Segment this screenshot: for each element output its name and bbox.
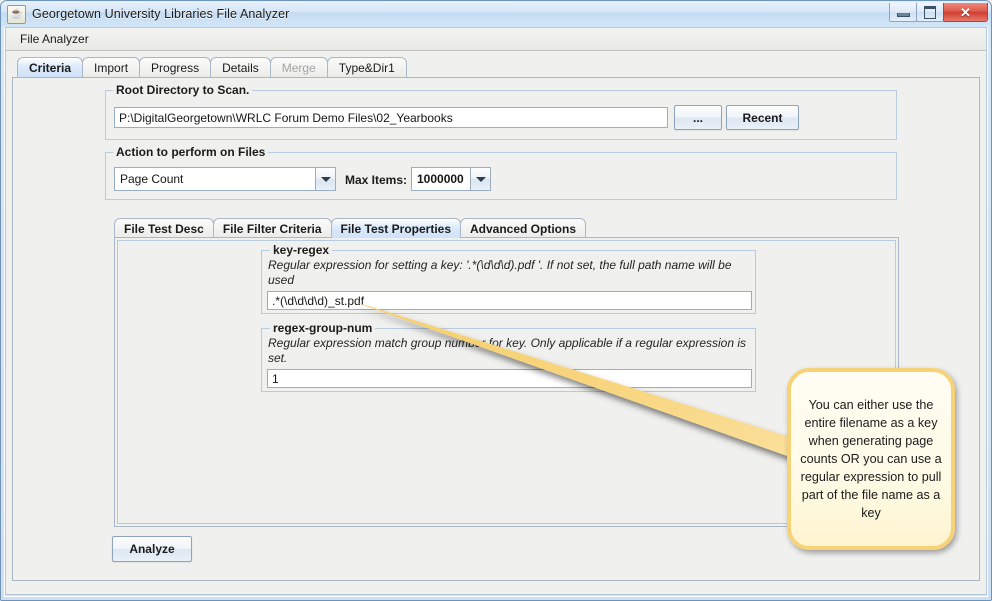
title-bar[interactable]: ☕ Georgetown University Libraries File A… <box>1 1 991 27</box>
property-group-regex-group-num: regex-group-num Regular expression match… <box>261 321 756 392</box>
property-group-key-regex-title: key-regex <box>270 243 333 257</box>
recent-button[interactable]: Recent <box>726 105 799 130</box>
close-icon: ✕ <box>960 4 971 20</box>
java-cup-icon: ☕ <box>7 4 26 24</box>
property-group-key-regex: key-regex Regular expression for setting… <box>261 243 756 314</box>
max-items-select-chevron-down-icon[interactable] <box>470 168 490 190</box>
sub-tab-file-test-desc-label: File Test Desc <box>124 221 204 236</box>
application-window: ☕ Georgetown University Libraries File A… <box>0 0 992 601</box>
browse-button[interactable]: ... <box>674 105 722 130</box>
tab-merge: Merge <box>269 57 328 77</box>
regex-group-num-input[interactable]: 1 <box>267 369 752 388</box>
browse-button-label: ... <box>692 110 703 125</box>
tab-details[interactable]: Details <box>210 57 271 77</box>
tab-progress[interactable]: Progress <box>139 57 212 77</box>
tab-progress-label: Progress <box>151 60 200 75</box>
file-test-properties-pane: key-regex Regular expression for setting… <box>114 237 899 527</box>
max-items-select[interactable]: 1000000 <box>411 167 491 191</box>
close-button[interactable]: ✕ <box>943 3 988 22</box>
property-key-regex-description: Regular expression for setting a key: '.… <box>268 258 732 287</box>
minimize-icon <box>896 12 910 17</box>
window-controls: ✕ <box>889 3 988 22</box>
sub-tab-file-test-desc[interactable]: File Test Desc <box>114 218 214 238</box>
sub-tab-advanced-options[interactable]: Advanced Options <box>460 218 587 238</box>
action-select-chevron-down-icon[interactable] <box>315 168 335 190</box>
annotation-callout-text: You can either use the entire filename a… <box>800 398 942 520</box>
max-items-select-value: 1000000 <box>412 168 470 190</box>
maximize-button[interactable] <box>916 3 944 22</box>
max-items-label: Max Items: <box>345 173 408 187</box>
tab-import[interactable]: Import <box>82 57 141 77</box>
property-regex-group-num-description: Regular expression match group number fo… <box>268 336 747 365</box>
key-regex-input[interactable]: .*(\d\d\d\d)_st.pdf <box>267 291 752 310</box>
maximize-icon <box>924 5 936 19</box>
tab-type-and-dir1[interactable]: Type&Dir1 <box>326 57 407 77</box>
window-title: Georgetown University Libraries File Ana… <box>32 7 290 21</box>
property-group-regex-group-num-title: regex-group-num <box>270 321 376 335</box>
menu-item-file-analyzer[interactable]: File Analyzer <box>16 30 93 48</box>
action-select[interactable]: Page Count <box>114 167 336 191</box>
root-directory-input[interactable]: P:\DigitalGeorgetown\WRLC Forum Demo Fil… <box>114 107 668 128</box>
action-group-title: Action to perform on Files <box>113 145 269 159</box>
tab-criteria[interactable]: Criteria <box>17 57 84 77</box>
criteria-sub-tab-strip: File Test Desc File Filter Criteria File… <box>114 217 587 238</box>
action-select-value: Page Count <box>115 168 315 190</box>
annotation-callout: You can either use the entire filename a… <box>787 368 955 550</box>
recent-button-label: Recent <box>742 110 783 125</box>
tab-details-label: Details <box>222 60 259 75</box>
sub-tab-file-filter-criteria-label: File Filter Criteria <box>222 221 322 236</box>
tab-merge-label: Merge <box>281 60 316 75</box>
sub-tab-file-test-properties-label: File Test Properties <box>340 221 451 236</box>
java-cup-glyph: ☕ <box>9 7 24 20</box>
sub-tab-advanced-options-label: Advanced Options <box>470 221 577 236</box>
analyze-button[interactable]: Analyze <box>112 536 192 562</box>
menu-bar: File Analyzer <box>6 28 986 51</box>
main-tab-strip: Criteria Import Progress Details Merge T… <box>6 55 986 77</box>
sub-tab-file-filter-criteria[interactable]: File Filter Criteria <box>212 218 332 238</box>
tab-criteria-label: Criteria <box>29 60 72 75</box>
sub-tab-file-test-properties[interactable]: File Test Properties <box>330 218 461 238</box>
root-directory-group-title: Root Directory to Scan. <box>113 83 253 97</box>
minimize-button[interactable] <box>889 3 917 22</box>
tab-import-label: Import <box>94 60 129 75</box>
tab-type-and-dir1-label: Type&Dir1 <box>338 60 395 75</box>
analyze-button-label: Analyze <box>129 542 175 556</box>
